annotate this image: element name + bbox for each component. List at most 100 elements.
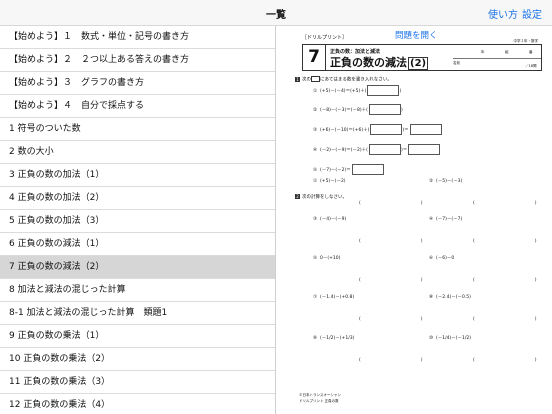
class-label: 組 [505, 50, 509, 54]
question-2-title: 2 次の計算をしなさい。 [295, 194, 347, 200]
answer-box[interactable] [370, 124, 403, 135]
q2-problem: ⑨ (－1/2)－(+1/3) [313, 334, 354, 344]
list-item[interactable]: 5 正負の数の加法（3） [0, 210, 275, 233]
problem-expression: (－2)－(－9)＝(－2)＋( [320, 148, 368, 153]
list-item[interactable]: 【始めよう】２ ２つ以上ある答えの書き方 [0, 49, 275, 72]
list-item[interactable]: 9 正負の数の乗法（1） [0, 325, 275, 348]
help-button[interactable]: 使い方 [488, 6, 518, 21]
blank-box-icon [311, 76, 320, 82]
answer-parentheses[interactable]: () [473, 317, 537, 322]
question-2-mark: 2 [295, 194, 300, 199]
q2-problem: ① (+5)－(－2) [313, 177, 346, 187]
worksheet-tag: ［ドリルプリント］ [302, 35, 348, 41]
answer-box[interactable] [368, 104, 401, 115]
worksheet-title-suffix: (2) [408, 57, 429, 70]
problem-expression: (－4)－(－9) [320, 217, 347, 222]
answer-parentheses[interactable]: () [359, 317, 423, 322]
problem-expression: (－1.4)－(+0.8) [320, 295, 355, 300]
list-item[interactable]: 7 正負の数の減法（2） [0, 256, 275, 279]
question-1-text: にあてはまる数を書き入れなさい。 [320, 77, 392, 83]
name-line [453, 58, 541, 59]
answer-box[interactable] [408, 144, 441, 155]
name-label: 名前 [453, 61, 460, 65]
q2-problem: ⑩ (－1/4)－(－1/2) [429, 334, 471, 344]
footer-copyright: ©日本トランスオーシャン [299, 393, 341, 397]
question-1-title: 1 次の にあてはまる数を書き入れなさい。 [295, 76, 392, 83]
problem-number: ① [313, 179, 318, 184]
list-item[interactable]: 【始めよう】１ 数式・単位・記号の書き方 [0, 26, 275, 49]
worksheet-number: 7 [303, 45, 326, 70]
problem-number: ⑤ [313, 256, 318, 261]
q1-problem: ⑤ (－7)－(－2)＝ [313, 164, 384, 176]
worksheet-title: 正負の数の減法 (2) [330, 54, 429, 70]
open-problem-link[interactable]: 問題を開く [395, 29, 438, 41]
lesson-list: 【始めよう】１ 数式・単位・記号の書き方 【始めよう】２ ２つ以上ある答えの書き方… [0, 26, 276, 414]
list-item[interactable]: 11 正負の数の乗法（3） [0, 371, 275, 394]
problem-tail: )＝ [400, 148, 408, 153]
list-item[interactable]: 8 加法と減法の混じった計算 [0, 279, 275, 302]
answer-parentheses[interactable]: () [473, 358, 537, 363]
seat-label: 番 [529, 50, 533, 54]
problem-number: ③ [313, 128, 318, 133]
answer-box[interactable] [367, 85, 400, 96]
q2-problem: ⑤ 0－(+10) [313, 254, 340, 264]
q2-problem: ④ (－7)－(－7) [429, 215, 462, 225]
problem-number: ④ [429, 217, 434, 222]
answer-parentheses[interactable]: () [359, 358, 423, 363]
q2-problem: ⑥ (－6)－0 [429, 254, 454, 264]
answer-parentheses[interactable]: () [359, 201, 423, 206]
list-item[interactable]: 10 正負の数の乗法（2） [0, 348, 275, 371]
problem-number: ⑤ [313, 168, 318, 173]
problem-expression: (+6)－(－10)＝(+6)＋( [320, 128, 370, 133]
q1-problem: ① (+5)－(－4)＝(+5)＋() [313, 85, 401, 97]
worksheet-title-text: 正負の数の減法 [330, 56, 407, 69]
answer-parentheses[interactable]: () [359, 278, 423, 283]
problem-expression: (－1/2)－(+1/3) [320, 336, 355, 341]
year-label: 年 [481, 50, 485, 54]
question-1-prefix: 次の [302, 77, 311, 83]
question-2-text: 次の計算をしなさい。 [302, 195, 347, 200]
list-item[interactable]: 1 符号のついた数 [0, 118, 275, 141]
answer-box[interactable] [351, 164, 384, 175]
problem-number: ④ [313, 148, 318, 153]
worksheet-header: 7 正負の数：加法と減法 正負の数の減法 (2) 年 組 番 名前 ／18問 [302, 44, 542, 71]
list-item[interactable]: 【始めよう】４ 自分で採点する [0, 95, 275, 118]
answer-parentheses[interactable]: () [473, 239, 537, 244]
problem-expression: (－1/4)－(－1/2) [436, 336, 472, 341]
navigation-bar: 一覧 使い方 設定 [0, 0, 552, 26]
q1-problem: ④ (－2)－(－9)＝(－2)＋( )＝ [313, 144, 441, 156]
list-item[interactable]: 3 正負の数の加法（1） [0, 164, 275, 187]
problem-tail: ) [400, 108, 403, 113]
problem-expression: (－2.4)－(－0.5) [436, 295, 471, 300]
problem-number: ⑨ [313, 336, 318, 341]
problem-expression: (－7)－(－7) [436, 217, 463, 222]
answer-parentheses[interactable]: () [359, 239, 423, 244]
list-item[interactable]: 【始めよう】３ グラフの書き方 [0, 72, 275, 95]
q2-problem: ② (－5)－(－3) [429, 177, 462, 187]
problem-number: ① [313, 89, 318, 94]
settings-button[interactable]: 設定 [522, 6, 542, 21]
answer-box[interactable] [409, 124, 442, 135]
answer-parentheses[interactable]: () [473, 201, 537, 206]
q2-problem: ⑧ (－2.4)－(－0.5) [429, 293, 471, 303]
list-item[interactable]: 12 正負の数の乗法（4） [0, 394, 275, 414]
problem-expression: (－7)－(－2)＝ [320, 168, 351, 173]
problem-expression: (+5)－(－2) [320, 179, 346, 184]
footer-series: ドリルプリント 正負の数 [299, 399, 339, 403]
problem-expression: (－8)－(－3)＝(－8)＋( [320, 108, 368, 113]
problem-number: ⑩ [429, 336, 434, 341]
answer-parentheses[interactable]: () [473, 278, 537, 283]
q2-problem: ③ (－4)－(－9) [313, 215, 346, 225]
problem-tail: )＝ [402, 128, 409, 133]
problem-number: ⑦ [313, 295, 318, 300]
answer-box[interactable] [368, 144, 401, 155]
q1-problem: ② (－8)－(－3)＝(－8)＋() [313, 104, 403, 116]
problem-expression: (－6)－0 [436, 256, 455, 261]
problem-tail: ) [399, 89, 402, 94]
list-item[interactable]: 4 正負の数の加法（2） [0, 187, 275, 210]
list-item[interactable]: 2 数の大小 [0, 141, 275, 164]
q2-problem: ⑦ (－1.4)－(+0.8) [313, 293, 354, 303]
list-item[interactable]: 8-1 加法と減法の混じった計算 類題1 [0, 302, 275, 325]
list-item[interactable]: 6 正負の数の減法（1） [0, 233, 275, 256]
page-title: 一覧 [266, 10, 286, 21]
